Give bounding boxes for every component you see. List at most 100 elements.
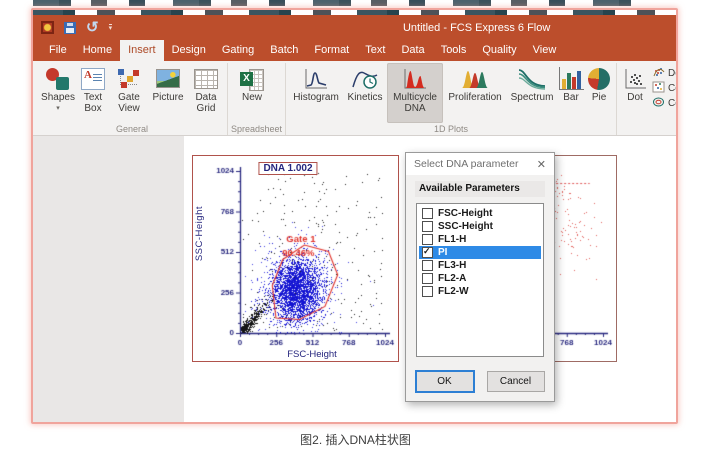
quick-access-toolbar: ↺ ▾ — [41, 15, 112, 40]
tab-tools[interactable]: Tools — [433, 40, 475, 61]
tab-data[interactable]: Data — [393, 40, 432, 61]
scatter-plot-fsc-ssc[interactable]: DNA 1.002 SSC-Height FSC-Height — [192, 155, 399, 362]
small-button-stack: Dens Colo Cont — [650, 63, 676, 117]
ribbon-small-button-colo[interactable]: Colo — [652, 81, 676, 96]
tab-insert[interactable]: Insert — [120, 40, 164, 61]
ribbon-button-shapes[interactable]: Shapes▾ — [40, 63, 76, 123]
ribbon-small-button-dens[interactable]: Dens — [652, 66, 676, 81]
app-logo-icon[interactable] — [41, 21, 54, 34]
ribbon-small-button-cont[interactable]: Cont — [652, 96, 676, 111]
ok-button[interactable]: OK — [416, 371, 474, 392]
checkbox-fl3-h[interactable] — [422, 260, 433, 271]
tab-quality[interactable]: Quality — [474, 40, 524, 61]
dialog-titlebar: Select DNA parameter ✕ — [406, 153, 554, 175]
tab-batch[interactable]: Batch — [262, 40, 306, 61]
parameter-label: FL2-W — [438, 286, 469, 297]
plot-title-box[interactable]: DNA 1.002 — [258, 162, 317, 175]
undo-icon[interactable]: ↺ — [86, 20, 99, 35]
ribbon-button-kinetics[interactable]: Kinetics — [343, 63, 387, 123]
parameter-row-fl2-a[interactable]: FL2-A — [419, 272, 541, 285]
ribbon-button-label: Multicycle DNA — [388, 93, 442, 115]
spectrum-icon — [517, 65, 547, 92]
tab-format[interactable]: Format — [306, 40, 357, 61]
ribbon-group-general: Shapes▾AText BoxGate ViewPictureData Gri… — [37, 63, 228, 135]
checkbox-fl1-h[interactable] — [422, 234, 433, 245]
ribbon-group-label — [620, 123, 676, 136]
tab-file[interactable]: File — [41, 40, 75, 61]
excel-icon: X — [240, 65, 264, 92]
bar-icon — [559, 65, 584, 92]
shapes-icon — [45, 65, 71, 92]
ribbon-button-bar[interactable]: Bar — [557, 63, 585, 123]
colordot-icon — [652, 81, 665, 96]
ribbon-button-label: New — [242, 93, 262, 104]
ribbon-button-label: Pie — [592, 93, 606, 104]
parameter-label: FL1-H — [438, 234, 466, 245]
tab-view[interactable]: View — [525, 40, 565, 61]
ribbon-button-label: Spectrum — [511, 93, 554, 104]
ribbon-group-1d-plots: Histogram Kinetics Multicycle DNA Prolifera… — [286, 63, 617, 135]
ribbon-button-label: Dot — [627, 93, 643, 104]
small-button-label: Dens — [668, 68, 676, 79]
proliferation-icon — [460, 65, 490, 92]
parameter-row-fl3-h[interactable]: FL3-H — [419, 259, 541, 272]
ribbon-button-text-box[interactable]: AText Box — [76, 63, 110, 123]
checkbox-pi[interactable] — [422, 247, 433, 258]
save-icon[interactable] — [64, 22, 76, 34]
ribbon-button-proliferation[interactable]: Proliferation — [443, 63, 507, 123]
close-icon[interactable]: ✕ — [537, 158, 546, 171]
dot-icon — [622, 65, 648, 92]
parameter-label: FSC-Height — [438, 208, 492, 219]
dialog-buttons: OK Cancel — [406, 371, 554, 392]
tab-home[interactable]: Home — [75, 40, 120, 61]
ribbon-button-new[interactable]: XNew — [231, 63, 273, 123]
multicycle-icon — [402, 65, 428, 92]
ribbon-tab-bar: FileHomeInsertDesignGatingBatchFormatTex… — [33, 40, 676, 61]
parameter-label: FL3-H — [438, 260, 466, 271]
window-title: Untitled - FCS Express 6 Flow — [403, 22, 550, 34]
parameter-label: SSC-Height — [438, 221, 493, 232]
parameter-row-pi[interactable]: PI — [419, 246, 541, 259]
document-canvas: DNA 1.002 SSC-Height FSC-Height Select D… — [184, 136, 676, 422]
checkbox-fl2-a[interactable] — [422, 273, 433, 284]
ribbon-button-label: Proliferation — [448, 93, 501, 104]
parameter-row-fl2-w[interactable]: FL2-W — [419, 285, 541, 298]
ribbon-button-gate-view[interactable]: Gate View — [110, 63, 148, 123]
page: ↺ ▾ Untitled - FCS Express 6 Flow FileHo… — [0, 0, 711, 454]
parameter-label: FL2-A — [438, 273, 466, 284]
datagrid-icon — [194, 65, 218, 92]
ribbon-button-label: Gate View — [111, 93, 147, 115]
ribbon-button-label: Bar — [563, 93, 579, 104]
dialog-title: Select DNA parameter — [414, 158, 518, 170]
scatter-plot-canvas — [193, 156, 400, 363]
checkbox-fl2-w[interactable] — [422, 286, 433, 297]
screenshot-crop-artifact — [33, 0, 633, 6]
ribbon-button-data-grid[interactable]: Data Grid — [188, 63, 224, 123]
picture-icon — [156, 65, 180, 92]
customize-quick-access-icon[interactable]: ▾ — [109, 24, 113, 31]
textbox-icon: A — [81, 65, 105, 92]
parameter-row-fsc-height[interactable]: FSC-Height — [419, 207, 541, 220]
checkbox-fsc-height[interactable] — [422, 208, 433, 219]
dropdown-arrow-icon[interactable]: ▾ — [56, 105, 60, 113]
checkbox-ssc-height[interactable] — [422, 221, 433, 232]
ribbon-button-multicycle-dna[interactable]: Multicycle DNA — [387, 63, 443, 123]
ribbon-group-spreadsheet: XNewSpreadsheet — [228, 63, 286, 135]
ribbon-button-spectrum[interactable]: Spectrum — [507, 63, 557, 123]
available-parameters-label: Available Parameters — [415, 181, 545, 197]
parameter-row-ssc-height[interactable]: SSC-Height — [419, 220, 541, 233]
ribbon-button-picture[interactable]: Picture — [148, 63, 188, 123]
cancel-button[interactable]: Cancel — [487, 371, 545, 392]
ribbon-button-dot[interactable]: Dot — [620, 63, 650, 123]
parameter-row-fl1-h[interactable]: FL1-H — [419, 233, 541, 246]
small-button-label: Cont — [668, 98, 676, 109]
density-icon — [652, 66, 665, 81]
tab-gating[interactable]: Gating — [214, 40, 262, 61]
ribbon-button-histogram[interactable]: Histogram — [289, 63, 343, 123]
tab-design[interactable]: Design — [164, 40, 214, 61]
parameter-listbox[interactable]: FSC-Height SSC-Height FL1-HPIFL3-H FL2-A FL2… — [416, 203, 544, 357]
ribbon-button-label: Kinetics — [348, 93, 383, 104]
tab-text[interactable]: Text — [357, 40, 393, 61]
figure-caption: 图2. 插入DNA柱状图 — [0, 431, 711, 448]
ribbon-button-pie[interactable]: Pie — [585, 63, 613, 123]
